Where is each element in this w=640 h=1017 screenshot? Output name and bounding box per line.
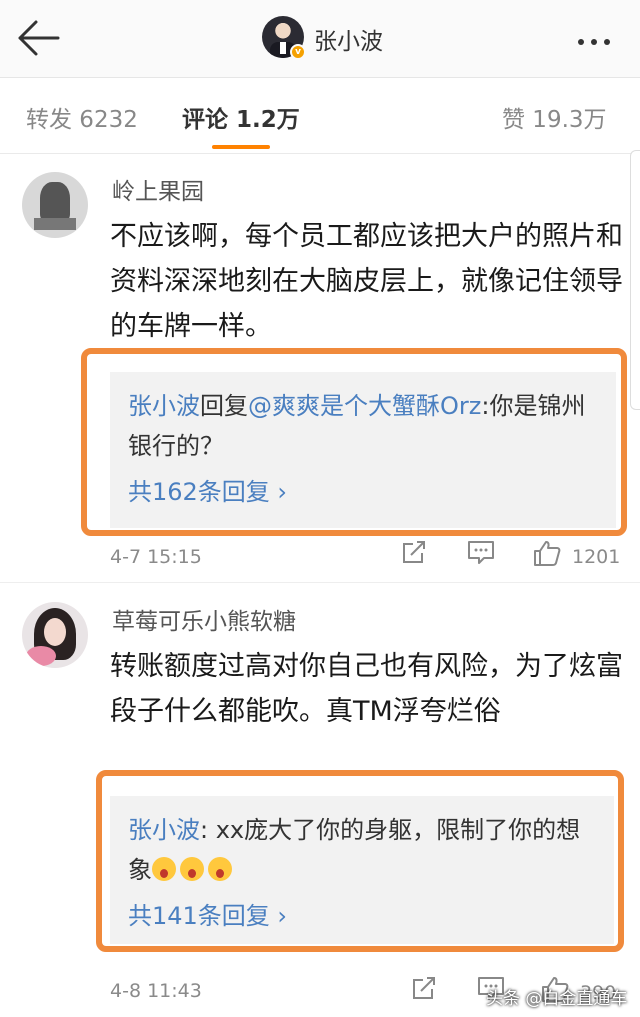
divider [0,582,640,583]
reply-preview[interactable]: 张小波: xx庞大了你的身躯，限制了你的想象 共141条回复 › [110,796,614,944]
crying-emoji-icon [208,857,232,881]
comment-text: 不应该啊，每个员工都应该把大户的照片和资料深深地刻在大脑皮层上，就像记住领导的车… [110,221,623,342]
reply-text: 张小波回复@爽爽是个大蟹酥Orz:你是锦州银行的？ [128,386,598,466]
back-arrow-icon[interactable] [14,18,62,58]
view-replies-link[interactable]: 共141条回复 › [128,896,596,936]
crying-emoji-icon [152,857,176,881]
active-tab-indicator [212,145,270,149]
reply-preview[interactable]: 张小波回复@爽爽是个大蟹酥Orz:你是锦州银行的？ 共162条回复 › [110,372,616,528]
tab-repost[interactable]: 转发 6232 [26,100,138,134]
like-count: 1201 [572,546,621,568]
thumbs-up-icon[interactable] [532,538,562,572]
watermark: 头条 @白金直通车 [486,989,628,1009]
view-replies-link[interactable]: 共162条回复 › [128,472,598,512]
reply-author[interactable]: 张小波 [128,392,200,420]
top-navigation-bar: v 张小波 [0,0,640,78]
tab-bar: 转发 6232 评论 1.2万 赞 19.3万 [0,78,640,154]
reply-text: 张小波: xx庞大了你的身躯，限制了你的想象 [128,810,596,890]
comment-timestamp: 4-7 15:15 [110,546,202,568]
tab-likes[interactable]: 赞 19.3万 [502,100,607,134]
crying-emoji-icon [180,857,204,881]
more-dots-icon[interactable] [578,30,624,46]
repost-icon[interactable] [410,974,438,1006]
reply-mention[interactable]: @爽爽是个大蟹酥Orz [248,392,481,420]
avatar[interactable] [22,602,88,668]
page-title[interactable]: 张小波 [314,22,383,56]
comment-username[interactable]: 岭上果园 [112,172,204,206]
reply-verb: 回复 [200,392,248,420]
comment-item: 草莓可乐小熊软糖 转账额度过高对你自己也有风险，为了炫富段子什么都能吹。真TM浮… [0,584,640,1017]
verified-badge-icon: v [290,44,306,60]
reply-author[interactable]: 张小波 [128,816,200,844]
avatar[interactable] [22,172,88,238]
comment-item: 岭上果园 不应该啊，每个员工都应该把大户的照片和资料深深地刻在大脑皮层上，就像记… [0,154,640,584]
comment-text: 转账额度过高对你自己也有风险，为了炫富段子什么都能吹。真TM浮夸烂俗 [110,651,623,727]
comment-timestamp: 4-8 11:43 [110,980,202,1002]
comment-icon[interactable] [466,538,496,570]
repost-icon[interactable] [400,538,428,570]
comment-username[interactable]: 草莓可乐小熊软糖 [112,602,296,636]
